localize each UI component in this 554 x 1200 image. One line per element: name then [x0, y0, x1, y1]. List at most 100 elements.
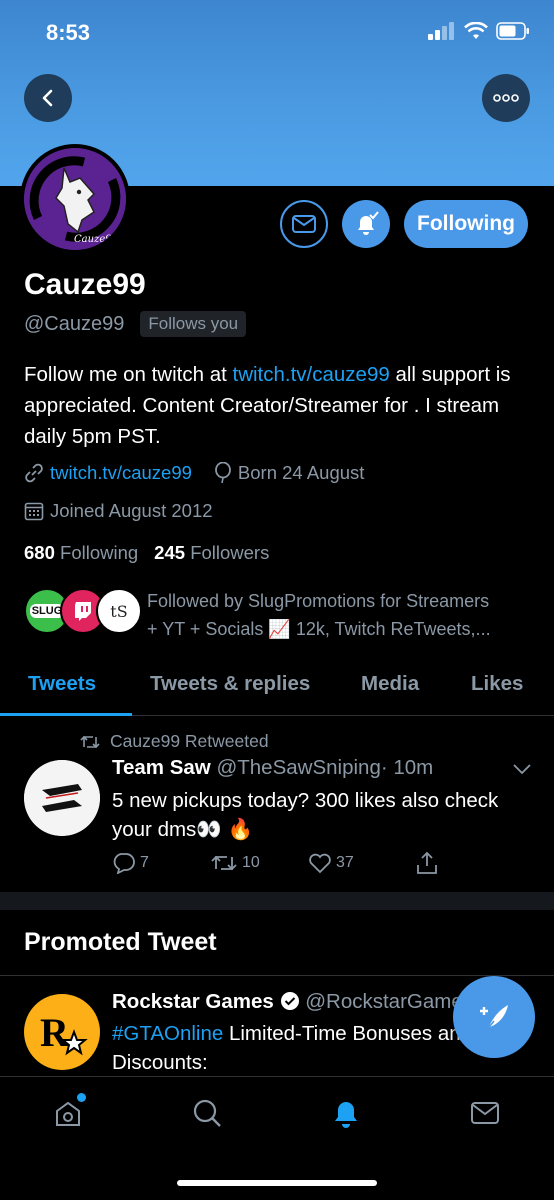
status-icons — [428, 22, 530, 40]
website-link[interactable]: twitch.tv/cauze99 — [50, 462, 192, 484]
joined-text: Joined August 2012 — [50, 500, 213, 521]
home-icon — [56, 1101, 80, 1126]
chevron-down-icon — [513, 764, 531, 775]
active-tab-indicator — [0, 713, 132, 716]
compose-tweet-button[interactable] — [453, 976, 535, 1058]
wifi-icon — [464, 22, 488, 39]
promoted-tweet-heading: Promoted Tweet — [24, 928, 217, 956]
back-button[interactable] — [24, 74, 72, 122]
followers-label: Followers — [190, 542, 270, 563]
status-time: 8:53 — [46, 20, 91, 45]
tab-tweets[interactable]: Tweets — [28, 672, 96, 696]
following-count: 680 — [24, 542, 55, 563]
calendar-icon — [24, 502, 44, 521]
reply-button[interactable]: 7 — [112, 851, 210, 875]
more-icon — [493, 94, 519, 102]
feather-plus-icon — [480, 1005, 508, 1032]
joined-item: Joined August 2012 — [24, 500, 213, 522]
tab-media[interactable]: Media — [361, 672, 419, 696]
tweet-author-avatar[interactable] — [24, 760, 100, 836]
home-new-dot — [77, 1093, 86, 1102]
bio-prefix: Follow me on twitch at — [24, 363, 233, 386]
tab-likes[interactable]: Likes — [471, 672, 523, 696]
message-button[interactable] — [280, 200, 328, 248]
share-icon — [417, 851, 437, 874]
verified-badge-icon — [280, 992, 299, 1010]
tweet-time: · 10m — [380, 756, 434, 779]
nav-home[interactable] — [50, 1093, 86, 1131]
svg-text:Cauze99: Cauze99 — [74, 234, 119, 245]
envelope-icon — [292, 215, 316, 233]
promoted-header: Rockstar Games @RockstarGames — [112, 990, 473, 1014]
tweet-author-handle[interactable]: @TheSawSniping — [216, 756, 380, 779]
wolf-logo: Cauze99 — [24, 148, 126, 250]
reply-count: 7 — [140, 854, 149, 871]
followed-by-avatars[interactable]: SLUG tS — [24, 588, 142, 634]
chevron-left-icon — [42, 89, 53, 107]
promoted-author-handle[interactable]: @RockstarGames — [305, 990, 473, 1013]
notifications-button[interactable] — [342, 200, 390, 248]
profile-tabs: Tweets Tweets & replies Media Likes — [0, 662, 554, 716]
joined-row: Joined August 2012 — [24, 500, 213, 522]
promoted-divider — [0, 975, 554, 976]
search-icon — [193, 1099, 221, 1127]
balloon-icon — [215, 462, 231, 484]
link-icon — [25, 463, 43, 483]
battery-icon — [496, 22, 529, 40]
home-indicator[interactable] — [177, 1180, 377, 1186]
envelope-icon — [471, 1102, 499, 1124]
promoted-hashtag[interactable]: #GTAOnline — [112, 1022, 223, 1045]
followers-count-link[interactable]: 245 Followers — [154, 542, 269, 564]
team-saw-logo — [24, 760, 100, 836]
follows-you-badge: Follows you — [140, 311, 247, 337]
profile-meta-row: twitch.tv/cauze99 Born 24 August — [24, 462, 364, 484]
handle-row: @Cauze99 Follows you — [24, 311, 247, 337]
tweet-menu-button[interactable] — [512, 762, 532, 781]
twitch-icon — [75, 602, 91, 621]
promoted-text: #GTAOnline Limited-Time Bonuses and Disc… — [112, 1019, 482, 1077]
followers-count: 245 — [154, 542, 186, 563]
bell-icon — [335, 1102, 357, 1128]
retweeted-by-text: Cauze99 Retweeted — [110, 731, 269, 751]
tab-tweets-replies[interactable]: Tweets & replies — [150, 672, 310, 696]
follower-avatar-ts: tS — [96, 588, 142, 634]
retweet-icon — [80, 735, 100, 748]
tweet-header: Team Saw @TheSawSniping· 10m — [112, 756, 433, 780]
nav-messages[interactable] — [467, 1095, 503, 1131]
reply-icon — [113, 853, 135, 874]
website-item: twitch.tv/cauze99 — [24, 462, 192, 484]
nav-search[interactable] — [189, 1095, 225, 1131]
follow-counts: 680 Following 245 Followers — [24, 542, 269, 564]
bell-check-icon — [358, 211, 379, 235]
retweet-count: 10 — [242, 854, 260, 871]
tweet-text: 5 new pickups today? 300 likes also chec… — [112, 789, 499, 841]
retweet-indicator: Cauze99 Retweeted — [80, 731, 269, 752]
retweet-icon — [211, 855, 237, 871]
promoted-author-name[interactable]: Rockstar Games — [112, 990, 274, 1013]
birthday-text: Born 24 August — [237, 462, 365, 483]
following-count-link[interactable]: 680 Following — [24, 542, 138, 564]
following-label: Following — [60, 542, 139, 563]
retweet-button[interactable]: 10 — [210, 851, 308, 875]
nav-notifications[interactable] — [328, 1095, 364, 1131]
tweet-author-name[interactable]: Team Saw — [112, 756, 211, 779]
more-options-button[interactable] — [482, 74, 530, 122]
profile-bio: Follow me on twitch at twitch.tv/cauze99… — [24, 359, 534, 452]
followed-by-line-1: Followed by SlugPromotions for Streamers — [147, 591, 490, 611]
followed-by-line-2: + YT + Socials 📈 12k, Twitch ReTweets,..… — [147, 619, 491, 639]
profile-name: Cauze99 — [24, 268, 146, 301]
like-button[interactable]: 37 — [308, 851, 416, 875]
rockstar-avatar[interactable]: R — [24, 994, 100, 1070]
tweet-actions: 7 10 37 — [112, 851, 472, 875]
share-button[interactable] — [416, 851, 438, 875]
rockstar-logo: R — [40, 1010, 88, 1056]
profile-avatar[interactable]: Cauze99 — [20, 144, 130, 254]
signal-icon — [428, 22, 454, 40]
bio-link[interactable]: twitch.tv/cauze99 — [233, 363, 390, 386]
svg-text:R: R — [40, 1010, 70, 1055]
section-divider — [0, 892, 554, 910]
following-button[interactable]: Following — [404, 200, 528, 248]
followed-by-text[interactable]: Followed by SlugPromotions for Streamers… — [147, 587, 537, 643]
profile-handle: @Cauze99 — [24, 312, 125, 335]
heart-icon — [309, 853, 331, 874]
